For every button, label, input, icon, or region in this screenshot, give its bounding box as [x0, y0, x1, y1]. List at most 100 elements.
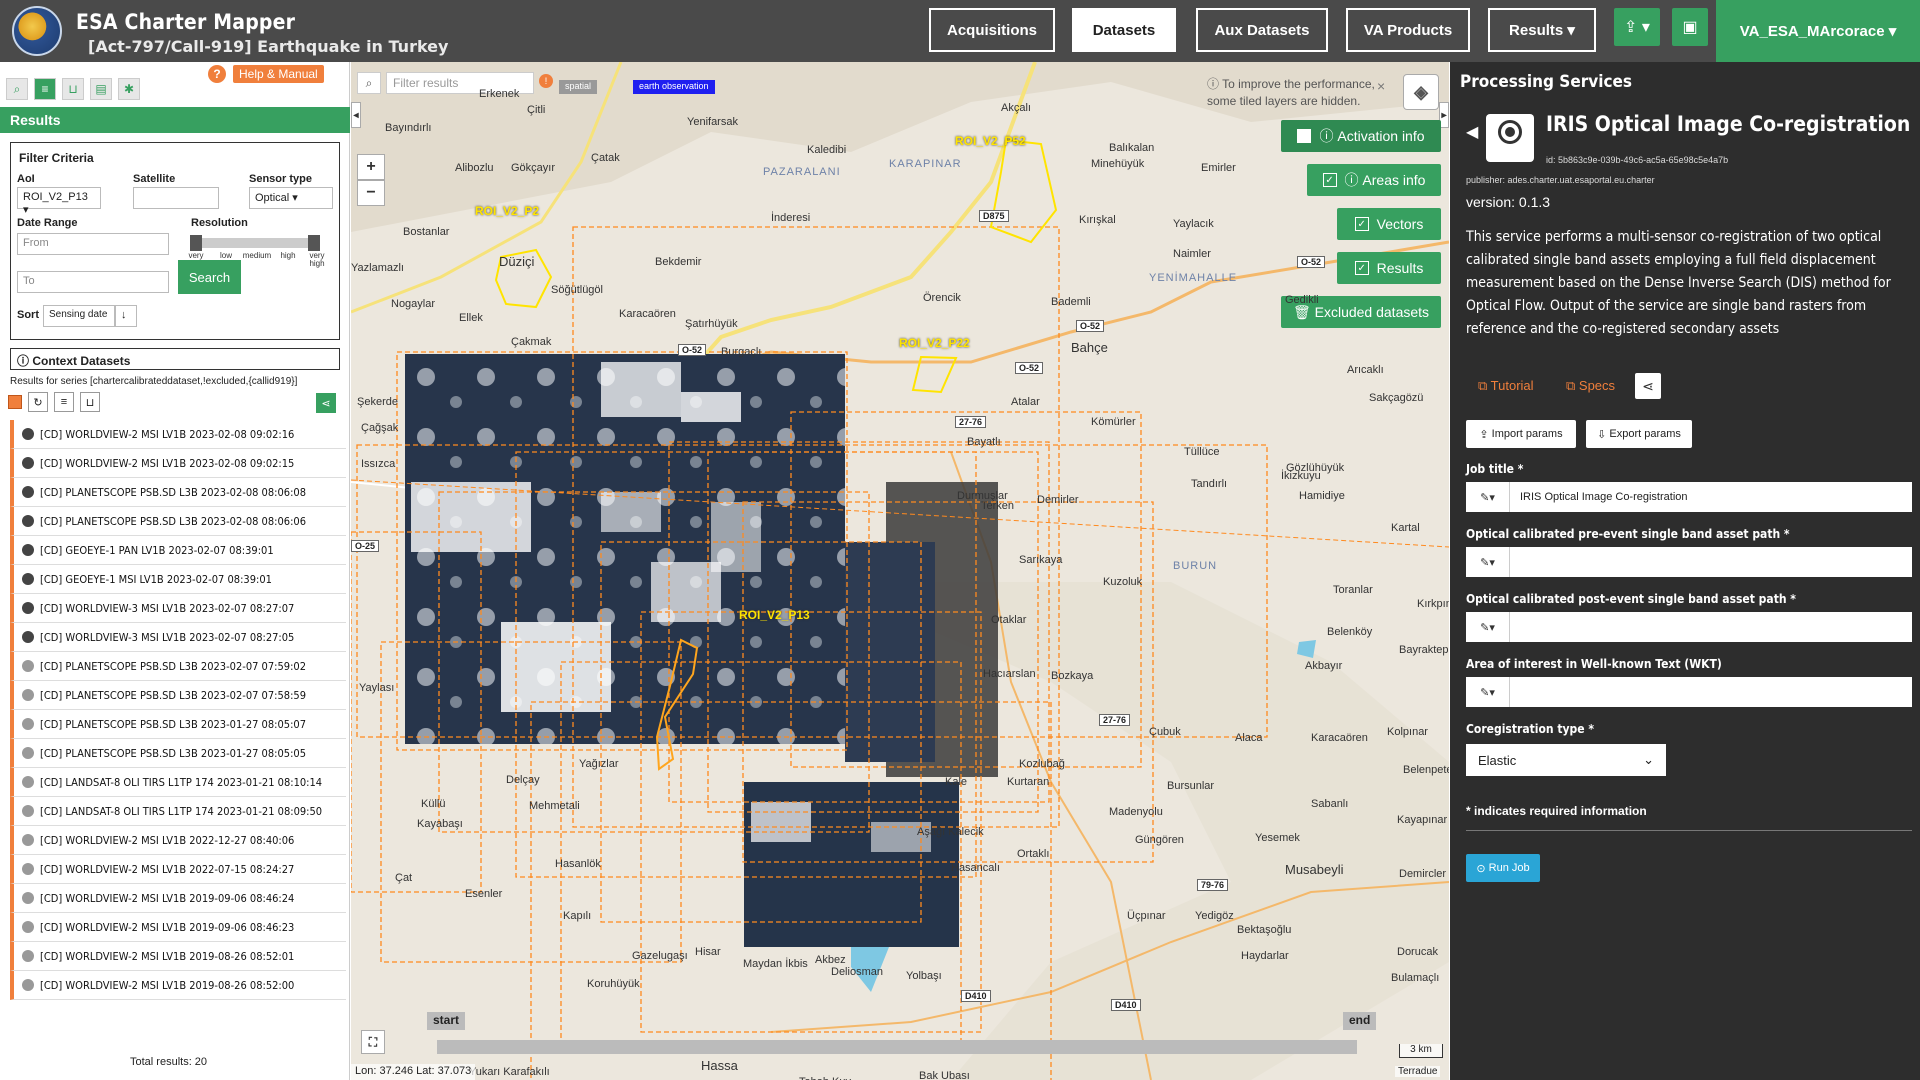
- dataset-item[interactable]: [CD] WORLDVIEW-2 MSI LV1B 2019-09-06 08:…: [10, 884, 346, 913]
- dataset-item[interactable]: [CD] WORLDVIEW-2 MSI LV1B 2023-02-08 09:…: [10, 449, 346, 478]
- user-menu[interactable]: VA_ESA_MArcorace ▾: [1716, 0, 1920, 62]
- dataset-item[interactable]: [CD] WORLDVIEW-2 MSI LV1B 2022-12-27 08:…: [10, 826, 346, 855]
- share-icon[interactable]: ⋖: [316, 393, 336, 413]
- specs-link[interactable]: ⧉ Specs: [1566, 378, 1615, 394]
- help-question-icon[interactable]: ?: [208, 65, 226, 83]
- map-place-label: Ellek: [459, 312, 483, 324]
- layer-vectors[interactable]: ✓ Vectors: [1337, 208, 1441, 240]
- layer-areas-info[interactable]: ✓ ⓘ Areas info: [1307, 164, 1441, 196]
- basket-icon[interactable]: ⊔: [80, 392, 100, 412]
- map-search-icon[interactable]: ⌕: [357, 72, 381, 94]
- search-tool-icon[interactable]: ⌕: [6, 78, 28, 100]
- list-tool-icon[interactable]: ≡: [34, 78, 56, 100]
- context-datasets-header[interactable]: ⓘ Context Datasets: [10, 348, 340, 370]
- layer-results[interactable]: ✓ Results: [1337, 252, 1441, 284]
- dataset-item[interactable]: [CD] WORLDVIEW-2 MSI LV1B 2022-07-15 08:…: [10, 855, 346, 884]
- date-to-input[interactable]: To: [17, 271, 169, 293]
- close-note-icon[interactable]: ×: [1377, 78, 1385, 94]
- refresh-icon[interactable]: ↻: [28, 392, 48, 412]
- settings-tool-icon[interactable]: ✱: [118, 78, 140, 100]
- processing-services-title: Processing Services: [1460, 72, 1633, 92]
- dataset-label: [CD] WORLDVIEW-2 MSI LV1B 2023-02-08 09:…: [40, 427, 295, 441]
- dataset-item[interactable]: [CD] PLANETSCOPE PSB.SD L3B 2023-02-07 0…: [10, 681, 346, 710]
- layers-icon[interactable]: ◈: [1403, 74, 1439, 110]
- filter-info-icon[interactable]: !: [539, 74, 553, 88]
- basket-tool-icon[interactable]: ⊔: [62, 78, 84, 100]
- wand-icon[interactable]: ✎▾: [1466, 677, 1510, 707]
- nav-results[interactable]: Results ▾: [1488, 8, 1596, 52]
- vectors-checkbox[interactable]: ✓: [1354, 217, 1369, 231]
- list-view-icon[interactable]: ≡: [54, 392, 74, 412]
- run-job-button[interactable]: ⊙ Run Job: [1466, 854, 1540, 882]
- dataset-item[interactable]: [CD] PLANETSCOPE PSB.SD L3B 2023-01-27 0…: [10, 739, 346, 768]
- timeline-start[interactable]: start: [427, 1012, 466, 1030]
- aoi-select[interactable]: ROI_V2_P13 ▾: [17, 187, 101, 216]
- sort-direction-icon[interactable]: ↓: [115, 305, 137, 327]
- dataset-item[interactable]: [CD] LANDSAT-8 OLI TIRS L1TP 174 2023-01…: [10, 797, 346, 826]
- export-params-button[interactable]: ⇩ Export params: [1586, 420, 1692, 448]
- dataset-item[interactable]: [CD] GEOEYE-1 MSI LV1B 2023-02-07 08:39:…: [10, 565, 346, 594]
- help-manual-button[interactable]: Help & Manual: [233, 65, 324, 83]
- results-checkbox[interactable]: ✓: [1354, 261, 1369, 275]
- sensor-type-label: Sensor type: [249, 173, 312, 185]
- dataset-item[interactable]: [CD] PLANETSCOPE PSB.SD L3B 2023-02-08 0…: [10, 478, 346, 507]
- dataset-item[interactable]: [CD] PLANETSCOPE PSB.SD L3B 2023-02-08 0…: [10, 507, 346, 536]
- fullscreen-icon[interactable]: ⛶: [361, 1030, 385, 1054]
- dataset-item[interactable]: [CD] PLANETSCOPE PSB.SD L3B 2023-01-27 0…: [10, 710, 346, 739]
- tutorial-link[interactable]: ⧉ Tutorial: [1478, 378, 1534, 394]
- wand-icon[interactable]: ✎▾: [1466, 482, 1510, 512]
- slider-handle-min[interactable]: [190, 235, 202, 251]
- nav-acquisitions[interactable]: Acquisitions: [929, 8, 1055, 52]
- zoom-out-button[interactable]: −: [357, 180, 385, 206]
- dataset-item[interactable]: [CD] WORLDVIEW-2 MSI LV1B 2019-09-06 08:…: [10, 913, 346, 942]
- map-place-label: Koruhüyük: [587, 978, 640, 990]
- search-button[interactable]: Search: [178, 260, 241, 294]
- wand-icon[interactable]: ✎▾: [1466, 547, 1510, 577]
- dataset-item[interactable]: [CD] WORLDVIEW-3 MSI LV1B 2023-02-07 08:…: [10, 623, 346, 652]
- import-params-button[interactable]: ⇪ Import params: [1466, 420, 1576, 448]
- map-view[interactable]: ⌕ Filter results ! spatial earth observa…: [351, 62, 1449, 1080]
- dataset-item[interactable]: [CD] WORLDVIEW-2 MSI LV1B 2023-02-08 09:…: [10, 420, 346, 449]
- coregistration-select[interactable]: Elastic ⌄: [1466, 744, 1666, 776]
- dataset-item[interactable]: [CD] WORLDVIEW-2 MSI LV1B 2019-08-26 08:…: [10, 971, 346, 1000]
- nav-datasets[interactable]: Datasets: [1072, 8, 1176, 52]
- tag-spatial[interactable]: spatial: [559, 80, 598, 94]
- dataset-item[interactable]: [CD] WORLDVIEW-3 MSI LV1B 2023-02-07 08:…: [10, 594, 346, 623]
- pre-event-field[interactable]: ✎▾: [1466, 547, 1912, 577]
- collapse-left-panel-icon[interactable]: ◂: [351, 102, 361, 128]
- layer-activation-info[interactable]: ⓘ Activation info: [1281, 120, 1441, 152]
- zoom-in-button[interactable]: +: [357, 154, 385, 180]
- upload-button[interactable]: ⇪ ▾: [1614, 8, 1660, 46]
- map-place-label: Örencik: [923, 292, 961, 304]
- date-from-input[interactable]: From: [17, 233, 169, 255]
- job-title-field[interactable]: ✎▾ IRIS Optical Image Co-registration: [1466, 482, 1912, 512]
- timeline-end[interactable]: end: [1343, 1012, 1377, 1030]
- areas-info-checkbox[interactable]: ✓: [1322, 173, 1337, 187]
- dataset-item[interactable]: [CD] WORLDVIEW-2 MSI LV1B 2019-08-26 08:…: [10, 942, 346, 971]
- sensor-type-select[interactable]: Optical ▾: [249, 187, 333, 209]
- globe-icon: [22, 747, 34, 759]
- context-toolbar: ↻ ≡ ⊔: [8, 392, 100, 412]
- archive-tool-icon[interactable]: ▤: [90, 78, 112, 100]
- wand-icon[interactable]: ✎▾: [1466, 612, 1510, 642]
- aoi-wkt-field[interactable]: ✎▾: [1466, 677, 1912, 707]
- nav-aux-datasets[interactable]: Aux Datasets: [1196, 8, 1328, 52]
- back-arrow-icon[interactable]: ◀: [1466, 122, 1478, 142]
- sort-select[interactable]: Sensing date: [43, 305, 115, 327]
- satellite-input[interactable]: [133, 187, 219, 209]
- road-label: D410: [961, 990, 991, 1002]
- nav-va-products[interactable]: VA Products: [1346, 8, 1470, 52]
- activation-info-checkbox[interactable]: [1297, 129, 1312, 143]
- dataset-item[interactable]: [CD] LANDSAT-8 OLI TIRS L1TP 174 2023-01…: [10, 768, 346, 797]
- resolution-slider[interactable]: [190, 235, 320, 251]
- timeline-slider[interactable]: [437, 1040, 1357, 1054]
- post-event-field[interactable]: ✎▾: [1466, 612, 1912, 642]
- dataset-item[interactable]: [CD] PLANETSCOPE PSB.SD L3B 2023-02-07 0…: [10, 652, 346, 681]
- slider-handle-max[interactable]: [308, 235, 320, 251]
- briefcase-button[interactable]: ▣: [1672, 8, 1708, 46]
- map-place-label: Kozlubağ: [1019, 758, 1065, 770]
- select-all-checkbox[interactable]: [8, 395, 22, 409]
- service-share-icon[interactable]: ⋖: [1635, 373, 1661, 399]
- dataset-item[interactable]: [CD] GEOEYE-1 PAN LV1B 2023-02-07 08:39:…: [10, 536, 346, 565]
- tag-earth-observation[interactable]: earth observation: [633, 80, 715, 94]
